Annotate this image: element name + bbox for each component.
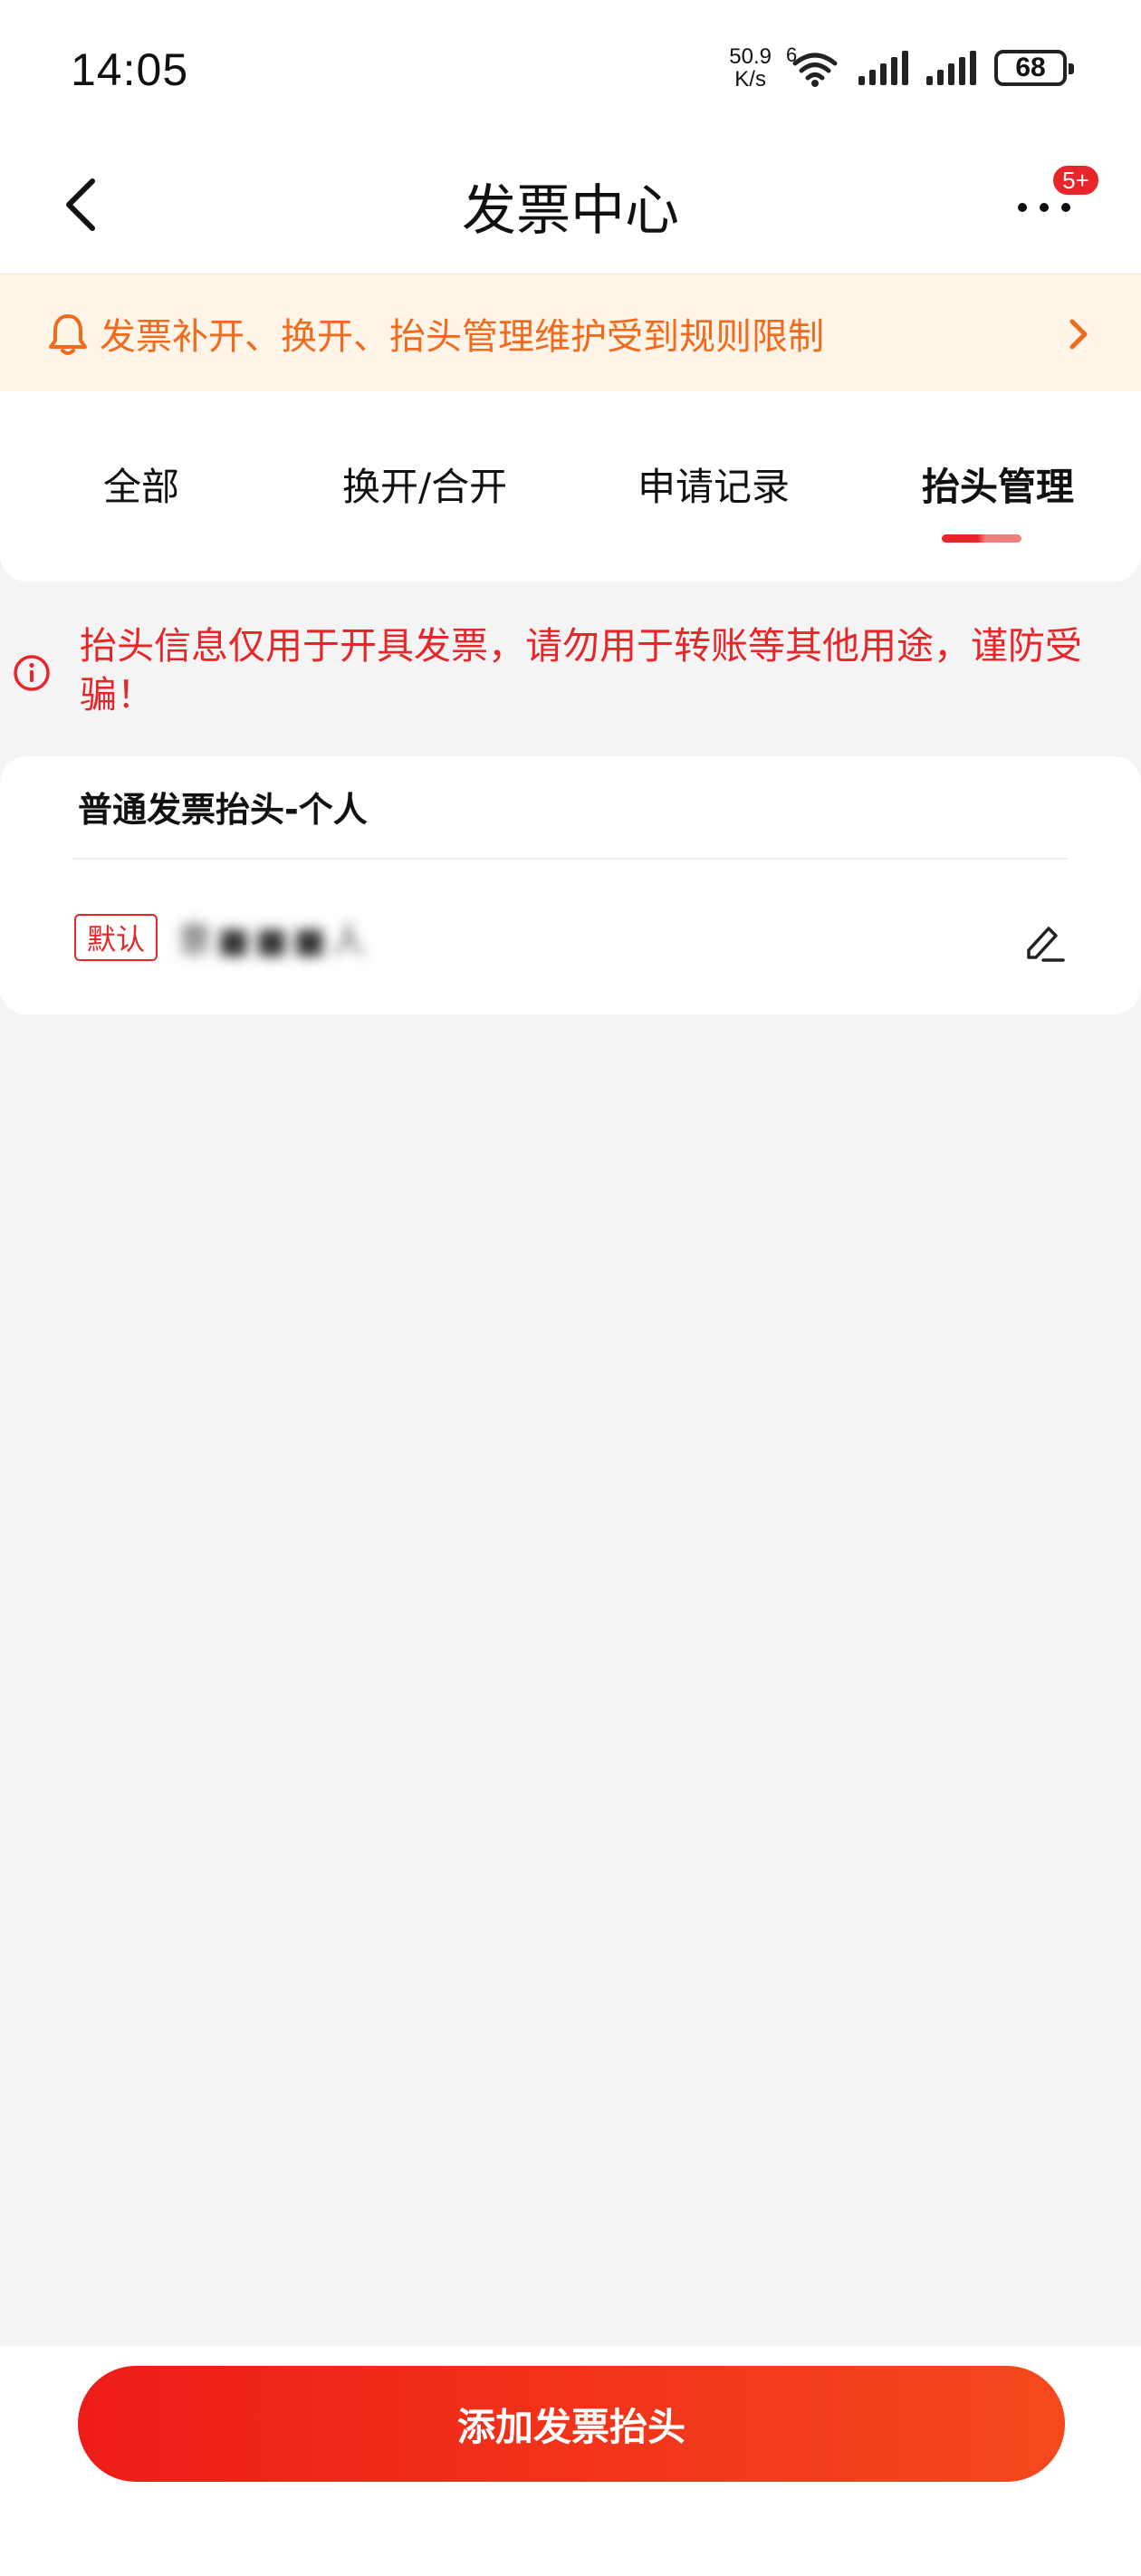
fraud-warning-text: 抬头信息仅用于开具发票，请勿用于转账等其他用途，谨防受骗！ (80, 624, 1082, 716)
add-invoice-title-button[interactable]: 添加发票抬头 (78, 2366, 1065, 2482)
status-time: 14:05 (71, 44, 189, 95)
invoice-title-item[interactable]: 默认 意■■■人 (0, 860, 1141, 1014)
invoice-title-card: 普通发票抬头-个人 默认 意■■■人 (0, 756, 1141, 1014)
tab-bar: 全部 换开/合开 申请记录 抬头管理 (0, 391, 1141, 582)
status-icons: 50.9 K/s 6 68 (729, 43, 1074, 91)
header: 发票中心 5+ (0, 136, 1141, 274)
rules-notice-banner[interactable]: 发票补开、换开、抬头管理维护受到规则限制 (0, 274, 1141, 391)
signal-icon-2 (926, 51, 976, 85)
invoice-title-type-heading: 普通发票抬头-个人 (78, 790, 368, 830)
more-icon (1018, 203, 1070, 212)
network-speed: 50.9 K/s (729, 45, 772, 91)
more-menu-button[interactable]: 5+ (1014, 163, 1101, 235)
wifi-icon: 6 (786, 43, 840, 87)
default-badge: 默认 (74, 914, 158, 961)
active-tab-indicator (942, 534, 1021, 543)
tab-application-records[interactable]: 申请记录 (638, 457, 790, 512)
tab-all[interactable]: 全部 (103, 457, 179, 512)
edit-icon[interactable] (1021, 918, 1069, 965)
bottom-action-bar: 添加发票抬头 (0, 2346, 1141, 2576)
chevron-right-icon (1069, 319, 1088, 350)
network-speed-value: 50.9 (729, 44, 772, 69)
tab-exchange-merge[interactable]: 换开/合开 (342, 457, 507, 512)
page-title: 发票中心 (462, 179, 679, 243)
bell-icon (49, 314, 87, 355)
battery-level: 68 (1015, 53, 1046, 82)
signal-icon-1 (858, 51, 908, 85)
notice-text: 发票补开、换开、抬头管理维护受到规则限制 (100, 316, 824, 358)
info-icon (14, 655, 50, 691)
status-bar: 14:05 50.9 K/s 6 68 (0, 0, 1141, 136)
battery-icon: 68 (994, 50, 1074, 86)
wifi-generation: 6 (786, 43, 798, 66)
invoice-title-name: 意■■■人 (177, 920, 371, 960)
network-speed-unit: K/s (734, 67, 766, 91)
tab-title-management[interactable]: 抬头管理 (922, 457, 1074, 512)
notification-badge: 5+ (1050, 163, 1101, 197)
